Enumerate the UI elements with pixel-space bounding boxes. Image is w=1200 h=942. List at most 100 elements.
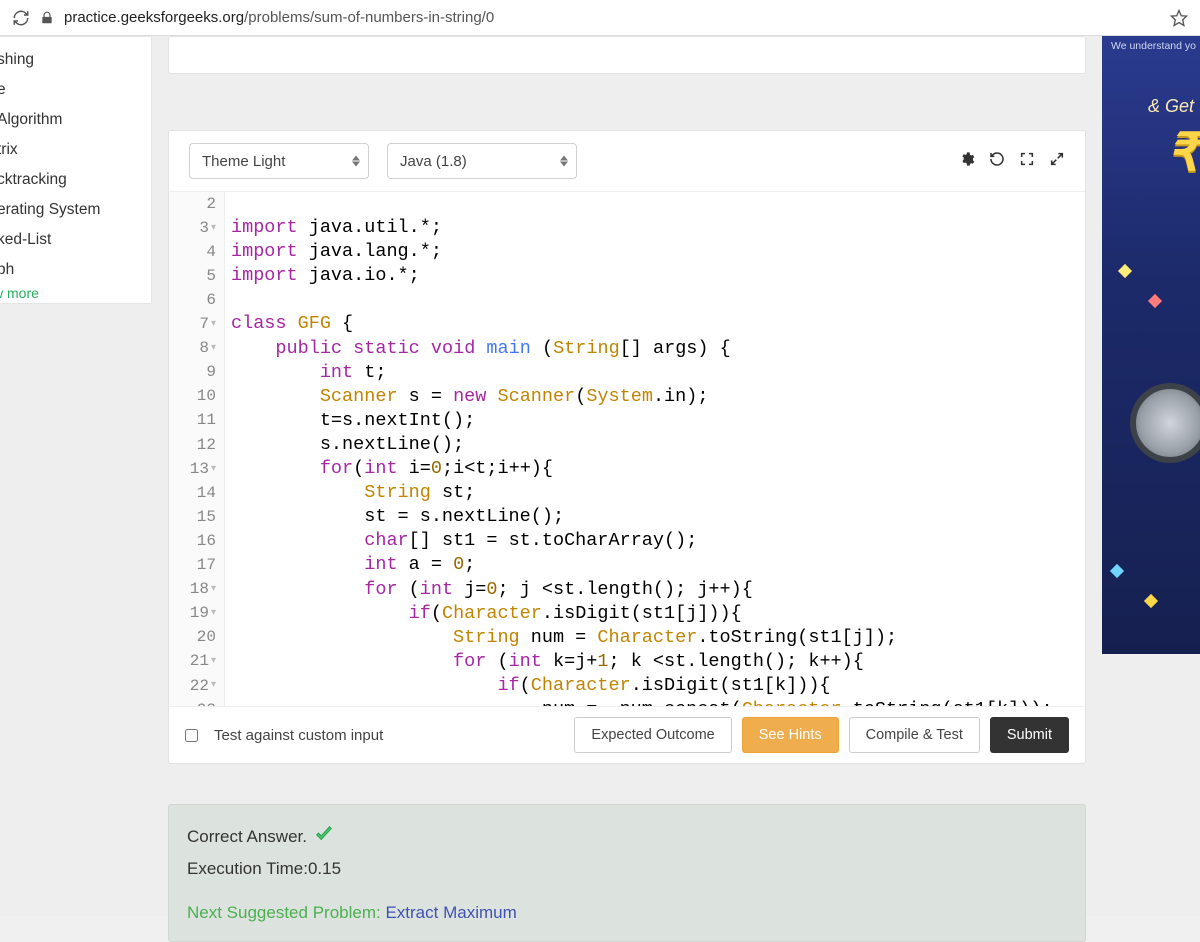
code-line[interactable] [231, 288, 1085, 312]
line-number: 22▾ [169, 674, 216, 698]
sidebar-show-more[interactable]: w more [0, 285, 151, 301]
rupee-icon: ₹ [1102, 123, 1200, 183]
line-number: 10 [169, 385, 216, 409]
line-number: 8▾ [169, 337, 216, 361]
code-line[interactable]: class GFG { [231, 312, 1085, 336]
sidebar-category-list: shingeAlgorithmtrixcktrackingerating Sys… [0, 36, 152, 304]
sidebar-item[interactable]: ked-List [0, 225, 151, 255]
ad-get-text: & Get [1102, 96, 1200, 117]
line-number: 12 [169, 433, 216, 457]
code-line[interactable]: for(int i=0;i<t;i++){ [231, 457, 1085, 481]
editor-toolbar: Theme Light Java (1.8) [169, 131, 1085, 191]
language-select-label: Java (1.8) [400, 153, 467, 170]
custom-input-label: Test against custom input [208, 727, 564, 744]
code-line[interactable]: int t; [231, 361, 1085, 385]
line-gutter: 23▾4567▾8▾910111213▾1415161718▾19▾2021▾2… [169, 192, 225, 706]
reload-icon[interactable] [12, 9, 30, 27]
line-number: 9 [169, 361, 216, 385]
code-line[interactable]: import java.util.*; [231, 216, 1085, 240]
expand-icon[interactable] [1019, 151, 1035, 172]
select-caret-icon [560, 156, 568, 167]
line-number: 4 [169, 240, 216, 264]
lock-icon [40, 11, 54, 25]
code-editor[interactable]: 23▾4567▾8▾910111213▾1415161718▾19▾2021▾2… [169, 191, 1085, 707]
code-line[interactable]: int a = 0; [231, 553, 1085, 577]
problem-header-card [168, 36, 1086, 74]
code-line[interactable]: if(Character.isDigit(st1[j])){ [231, 602, 1085, 626]
gear-icon[interactable] [959, 151, 975, 172]
theme-select-label: Theme Light [202, 153, 285, 170]
line-number: 15 [169, 505, 216, 529]
code-line[interactable]: public static void main (String[] args) … [231, 337, 1085, 361]
custom-input-checkbox[interactable] [185, 729, 198, 742]
result-correct-text: Correct Answer. [187, 827, 307, 847]
line-number: 5 [169, 264, 216, 288]
line-number: 21▾ [169, 650, 216, 674]
see-hints-button[interactable]: See Hints [742, 717, 839, 753]
code-line[interactable] [231, 192, 1085, 216]
diag-arrows-icon[interactable] [1049, 151, 1065, 172]
confetti-icon [1144, 594, 1158, 608]
code-line[interactable]: String st; [231, 481, 1085, 505]
code-line[interactable]: import java.io.*; [231, 264, 1085, 288]
code-line[interactable]: char[] st1 = st.toCharArray(); [231, 529, 1085, 553]
select-caret-icon [352, 156, 360, 167]
sidebar-item[interactable]: ph [0, 255, 151, 285]
sidebar-item[interactable]: trix [0, 135, 151, 165]
compile-test-button[interactable]: Compile & Test [849, 717, 980, 753]
ad-top-text: We understand yo [1102, 36, 1200, 52]
line-number: 2 [169, 192, 216, 216]
line-number: 16 [169, 529, 216, 553]
expected-outcome-button[interactable]: Expected Outcome [574, 717, 731, 753]
code-line[interactable]: num = num.concat(Character.toString(st1[… [231, 698, 1085, 707]
next-problem-label: Next Suggested Problem: [187, 903, 381, 922]
url-path: /problems/sum-of-numbers-in-string/0 [244, 9, 494, 26]
code-line[interactable]: for (int j=0; j <st.length(); j++){ [231, 578, 1085, 602]
editor-footer: Test against custom input Expected Outco… [169, 707, 1085, 763]
checkmark-icon [313, 823, 335, 851]
code-content[interactable]: import java.util.*;import java.lang.*;im… [225, 192, 1085, 706]
theme-select[interactable]: Theme Light [189, 143, 369, 179]
advertisement-banner[interactable]: We understand yo & Get ₹ [1102, 36, 1200, 654]
line-number: 14 [169, 481, 216, 505]
line-number: 7▾ [169, 312, 216, 336]
sidebar-item[interactable]: Algorithm [0, 105, 151, 135]
code-editor-card: Theme Light Java (1.8) [168, 130, 1086, 764]
submit-button[interactable]: Submit [990, 717, 1069, 753]
address-bar: practice.geeksforgeeks.org/problems/sum-… [0, 0, 1200, 36]
execution-time: Execution Time:0.15 [187, 859, 1067, 879]
line-number: 20 [169, 626, 216, 650]
url-text[interactable]: practice.geeksforgeeks.org/problems/sum-… [64, 9, 1160, 26]
sidebar-item[interactable]: erating System [0, 195, 151, 225]
language-select[interactable]: Java (1.8) [387, 143, 577, 179]
line-number: 18▾ [169, 578, 216, 602]
line-number: 17 [169, 553, 216, 577]
next-problem: Next Suggested Problem: Extract Maximum [187, 903, 1067, 923]
code-line[interactable]: st = s.nextLine(); [231, 505, 1085, 529]
code-line[interactable]: Scanner s = new Scanner(System.in); [231, 385, 1085, 409]
sidebar-item[interactable]: e [0, 75, 151, 105]
confetti-icon [1118, 264, 1132, 278]
line-number: 13▾ [169, 457, 216, 481]
confetti-icon [1148, 294, 1162, 308]
code-line[interactable]: import java.lang.*; [231, 240, 1085, 264]
confetti-icon [1110, 564, 1124, 578]
url-domain: practice.geeksforgeeks.org [64, 9, 244, 26]
line-number: 11 [169, 409, 216, 433]
code-line[interactable]: if(Character.isDigit(st1[k])){ [231, 674, 1085, 698]
line-number: 6 [169, 288, 216, 312]
film-reel-icon [1130, 383, 1200, 463]
result-panel: Correct Answer. Execution Time:0.15 Next… [168, 804, 1086, 942]
code-line[interactable]: s.nextLine(); [231, 433, 1085, 457]
bookmark-star-icon[interactable] [1170, 9, 1188, 27]
line-number: 3▾ [169, 216, 216, 240]
code-line[interactable]: t=s.nextInt(); [231, 409, 1085, 433]
sidebar-item[interactable]: cktracking [0, 165, 151, 195]
code-line[interactable]: String num = Character.toString(st1[j]); [231, 626, 1085, 650]
next-problem-link[interactable]: Extract Maximum [385, 903, 516, 922]
sidebar-item[interactable]: shing [0, 45, 151, 75]
line-number: 23 [169, 698, 216, 707]
reset-icon[interactable] [989, 151, 1005, 172]
line-number: 19▾ [169, 602, 216, 626]
code-line[interactable]: for (int k=j+1; k <st.length(); k++){ [231, 650, 1085, 674]
